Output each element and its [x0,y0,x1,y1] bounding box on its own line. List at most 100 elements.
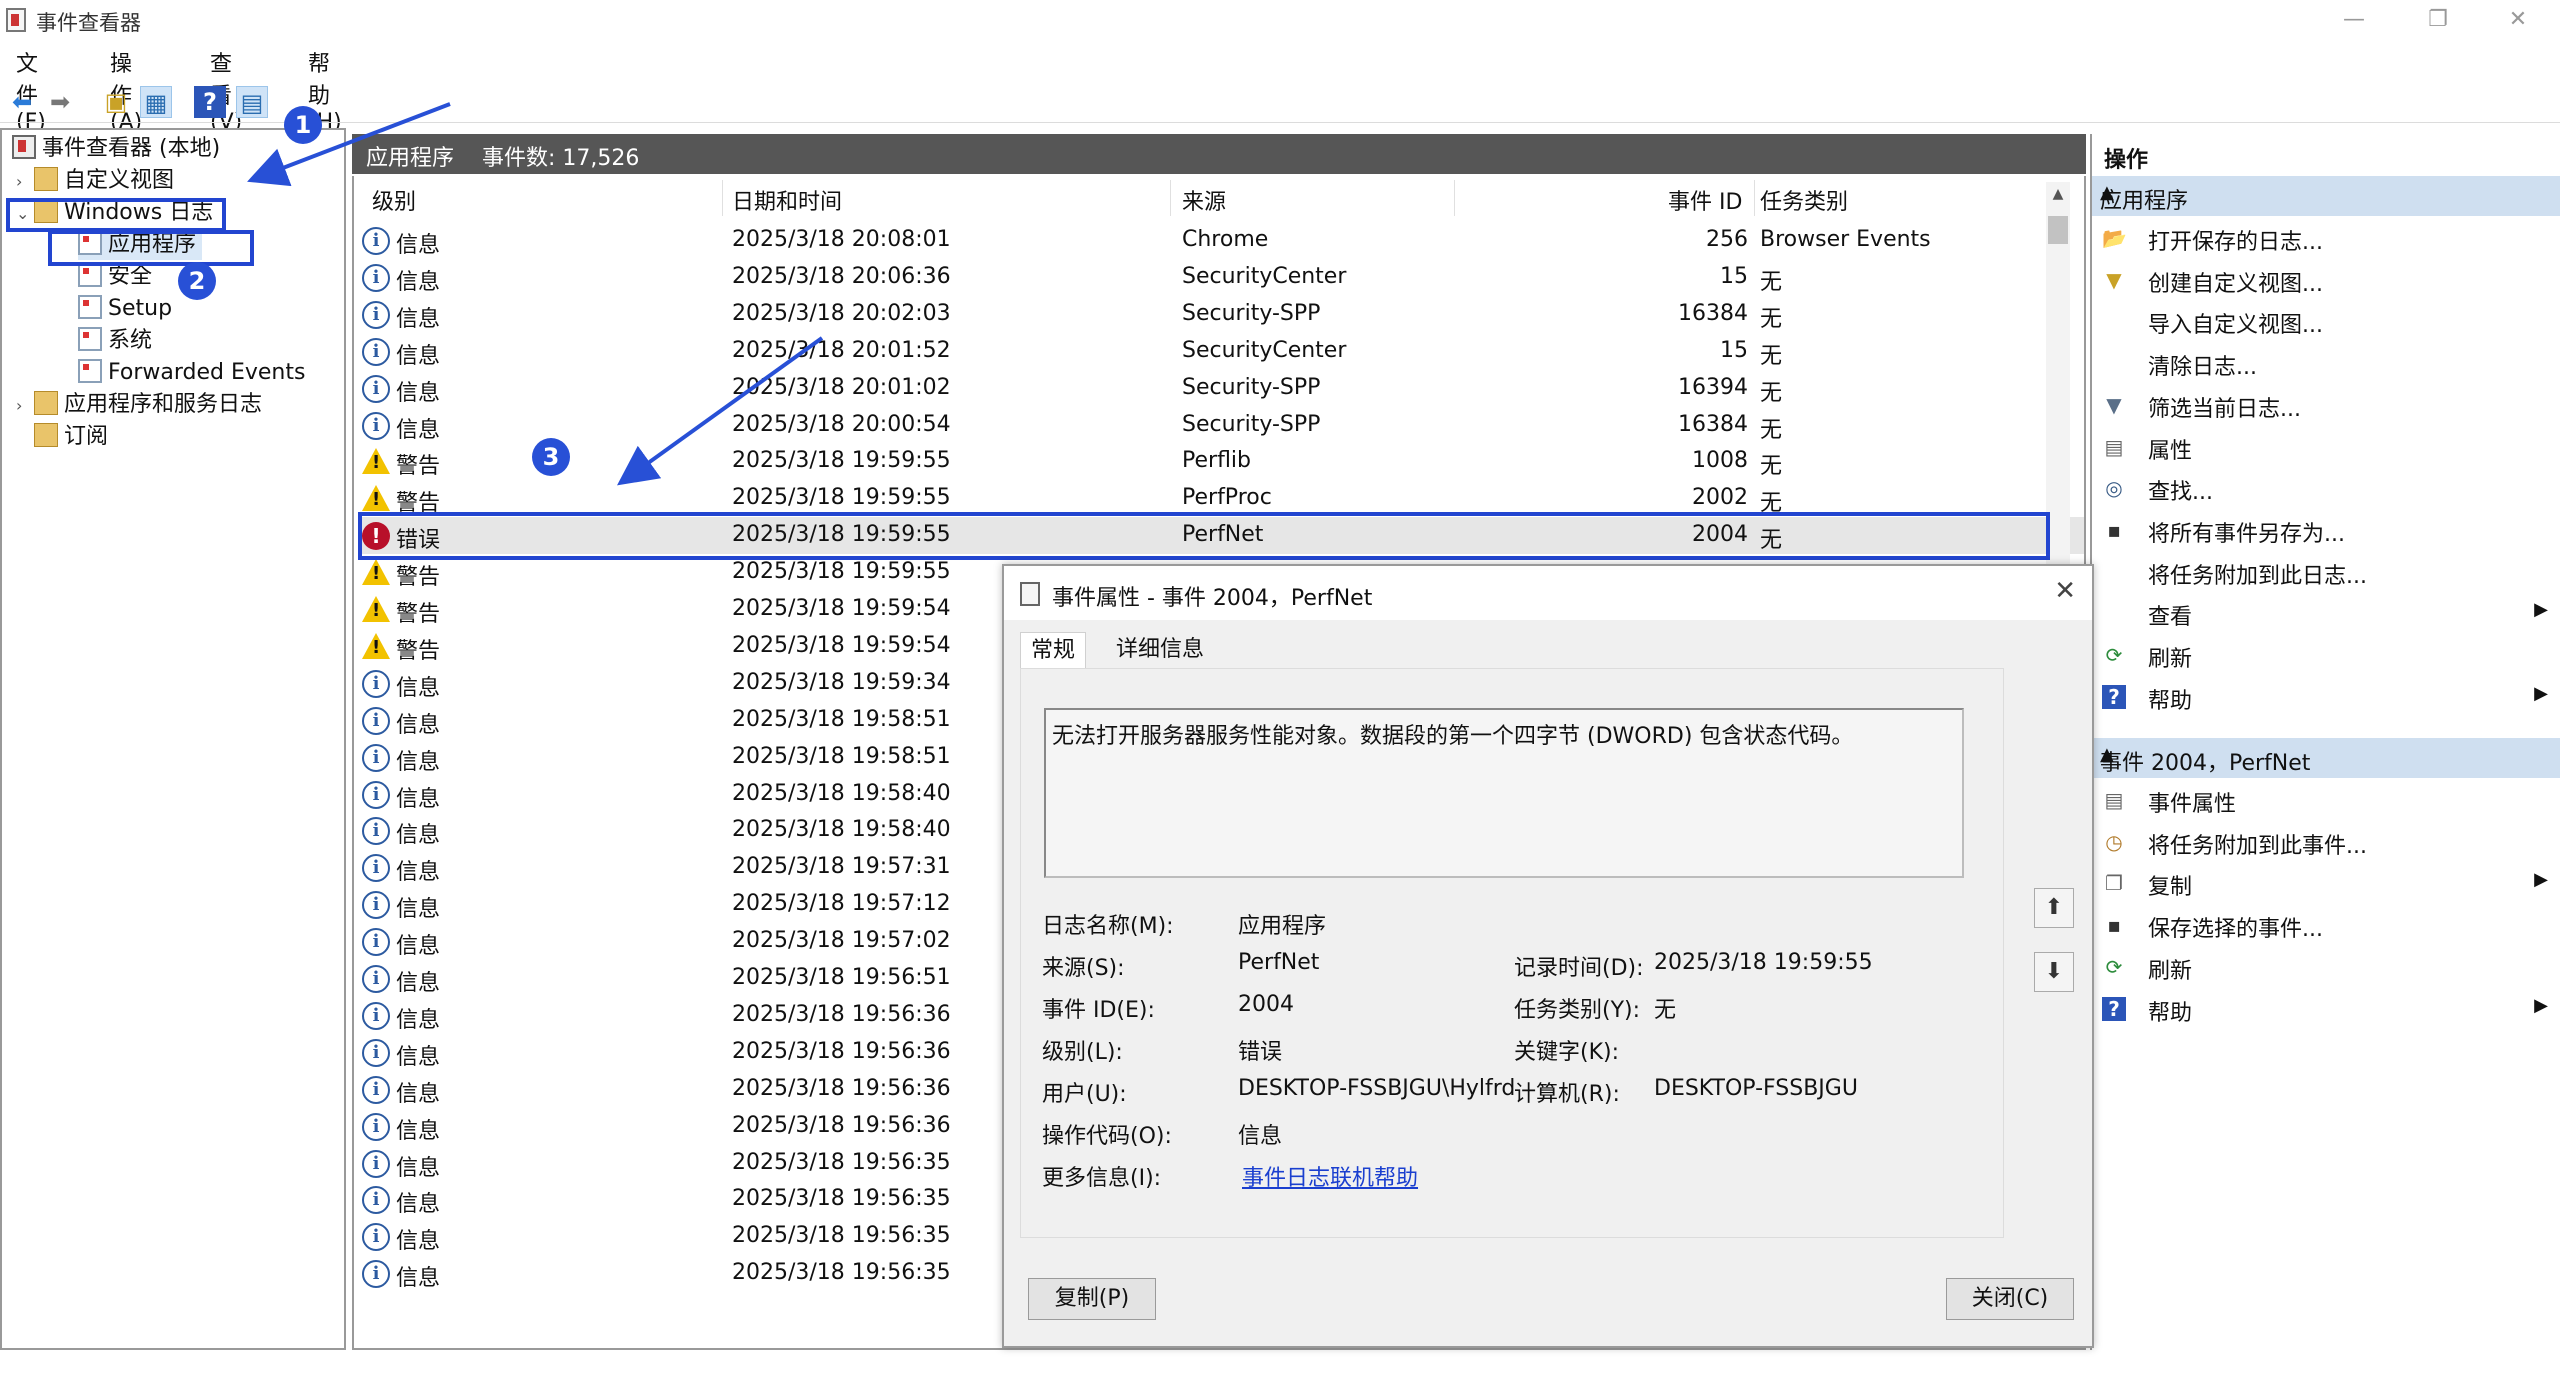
online-help-link[interactable]: 事件日志联机帮助 [1242,1160,1418,1192]
task-category-value[interactable]: 无 [1654,992,1676,1024]
source-value[interactable]: PerfNet [1238,950,1319,975]
action-item[interactable]: ❐ 复制 ▶ [2092,863,2560,903]
cell-event-id: 16384 [1678,411,1748,437]
tree-security-log[interactable]: 安全 [78,262,152,292]
back-icon[interactable]: ⬅ [6,86,38,118]
submenu-arrow-icon: ▶ [2534,994,2548,1016]
cell-task: 无 [1760,269,1783,295]
column-source[interactable]: 来源 [1182,184,1226,216]
tree-setup-log[interactable]: Setup [78,294,172,324]
user-value[interactable]: DESKTOP-FSSBJGU\Hylfrd [1238,1076,1515,1101]
tab-details[interactable]: 详细信息 [1106,632,1214,668]
actions-title-bar: 操作 [2092,134,2560,174]
tab-general[interactable]: 常规 [1020,632,1087,669]
logged-value[interactable]: 2025/3/18 19:59:55 [1654,950,1873,975]
action-item[interactable]: ▤ 事件属性 [2092,780,2560,820]
info-icon: i [362,227,390,255]
scroll-thumb[interactable] [2048,216,2068,244]
action-item[interactable]: ⟳ 刷新 [2092,635,2560,675]
column-task-category[interactable]: 任务类别 [1760,184,1848,216]
info-icon: i [362,1038,390,1067]
action-item-label: 筛选当前日志... [2148,396,2301,422]
dialog-title: 事件属性 - 事件 2004，PerfNet [1052,586,1373,611]
up-folder-icon[interactable]: ▣ [100,86,132,118]
level-value[interactable]: 错误 [1238,1034,1282,1066]
action-item[interactable]: ▼ 筛选当前日志... [2092,385,2560,425]
event-message: 无法打开服务器服务性能对象。数据段的第一个四字节 (DWORD) 包含状态代码。 [1052,724,1854,749]
event-properties-icon: ▤ [2104,788,2124,812]
restore-button[interactable]: ❐ [2410,2,2466,38]
tree-forwarded-events[interactable]: Forwarded Events [78,358,305,388]
table-row[interactable]: i 信息 2025/3/18 20:00:54 Security-SPP 16384 无 [360,407,2084,444]
cell-datetime: 2025/3/18 19:56:35 [732,1260,951,1286]
log-name-value[interactable]: 应用程序 [1238,908,1326,940]
action-item[interactable]: ▪ 将所有事件另存为... [2092,510,2560,550]
show-hide-tree-icon[interactable]: ▦ [140,86,172,118]
action-item[interactable]: ▪ 保存选择的事件... [2092,905,2560,945]
cell-level: 信息 [396,897,441,923]
step-badge-3: 3 [532,438,570,476]
column-level[interactable]: 级别 [372,184,416,216]
action-item-label: 事件属性 [2148,792,2237,817]
warning-icon [362,559,390,586]
action-item[interactable]: ◎ 查找... [2092,468,2560,508]
open-folder-icon: 📂 [2102,226,2127,250]
scroll-up-icon[interactable]: ▲ [2046,186,2070,210]
tree-root[interactable]: 事件查看器 (本地) [12,134,220,164]
actions-section-event[interactable]: 事件 2004，PerfNet ▲ [2092,738,2560,778]
action-item[interactable]: ⟳ 刷新 [2092,947,2560,987]
cell-event-id: 15 [1720,337,1748,363]
expand-chevron-icon[interactable]: › [16,167,34,197]
collapse-caret-icon[interactable]: ▲ [2100,182,2550,203]
cell-level: 信息 [396,1192,441,1218]
table-row[interactable]: i 信息 2025/3/18 20:06:36 SecurityCenter 15 无 [360,259,2084,296]
table-row[interactable]: i 信息 2025/3/18 20:01:02 Security-SPP 16394 无 [360,370,2084,407]
action-item[interactable]: 导入自定义视图... [2092,301,2560,341]
info-icon: i [362,374,390,403]
event-message-box[interactable]: 无法打开服务器服务性能对象。数据段的第一个四字节 (DWORD) 包含状态代码。 [1044,708,1964,878]
action-item[interactable]: ▤ 属性 [2092,427,2560,467]
forward-icon[interactable]: ➡ [44,86,76,118]
action-item[interactable]: 📂 打开保存的日志... [2092,218,2560,258]
cell-source: Security-SPP [1182,374,1321,400]
tree-custom-views[interactable]: › 自定义视图 [16,166,174,196]
close-button[interactable]: 关闭(C) [1946,1278,2074,1320]
action-item[interactable]: ? 帮助 ▶ [2092,677,2560,717]
action-item[interactable]: ◷ 将任务附加到此事件... [2092,822,2560,862]
action-item[interactable]: 将任务附加到此日志... [2092,552,2560,592]
action-item-label: 刷新 [2148,647,2193,672]
tree-subscriptions[interactable]: 订阅 [34,422,108,452]
log-icon [78,327,102,351]
tree-app-service-logs[interactable]: › 应用程序和服务日志 [16,390,262,420]
column-datetime[interactable]: 日期和时间 [732,184,842,216]
close-window-button[interactable]: ✕ [2490,2,2546,38]
minimize-button[interactable]: — [2326,2,2382,38]
action-item[interactable]: ▼ 创建自定义视图... [2092,260,2560,300]
table-row[interactable]: 警告 2025/3/18 19:59:55 Perflib 1008 无 [360,443,2084,480]
action-item[interactable]: 查看 ▶ [2092,593,2560,633]
copy-button[interactable]: 复制(P) [1028,1278,1156,1320]
help-toolbar-icon[interactable]: ? [194,86,226,118]
tree-system-log[interactable]: 系统 [78,326,152,356]
computer-value[interactable]: DESKTOP-FSSBJGU [1654,1076,1858,1101]
column-divider[interactable] [722,180,723,216]
event-id-value[interactable]: 2004 [1238,992,1294,1017]
action-item[interactable]: 清除日志... [2092,343,2560,383]
opcode-value[interactable]: 信息 [1238,1118,1282,1150]
column-divider[interactable] [1170,180,1171,216]
previous-event-icon[interactable]: ⬆ [2034,888,2074,928]
dialog-close-icon[interactable]: ✕ [2054,576,2076,606]
column-divider[interactable] [1454,180,1455,216]
column-divider[interactable] [1754,180,1755,216]
tree-app-service-logs-label: 应用程序和服务日志 [64,392,263,417]
show-hide-action-pane-icon[interactable]: ▤ [236,86,268,118]
collapse-caret-icon[interactable]: ▲ [2100,744,2550,765]
column-event-id[interactable]: 事件 ID [1668,184,1742,216]
table-row[interactable]: i 信息 2025/3/18 20:08:01 Chrome 256 Browser Ev… [360,222,2084,259]
expand-chevron-icon[interactable]: › [16,391,34,421]
table-row[interactable]: i 信息 2025/3/18 20:02:03 Security-SPP 16384 无 [360,296,2084,333]
action-item[interactable]: ? 帮助 ▶ [2092,989,2560,1029]
actions-section-application[interactable]: 应用程序 ▲ [2092,176,2560,216]
next-event-icon[interactable]: ⬇ [2034,952,2074,992]
table-row[interactable]: i 信息 2025/3/18 20:01:52 SecurityCenter 15 无 [360,333,2084,370]
